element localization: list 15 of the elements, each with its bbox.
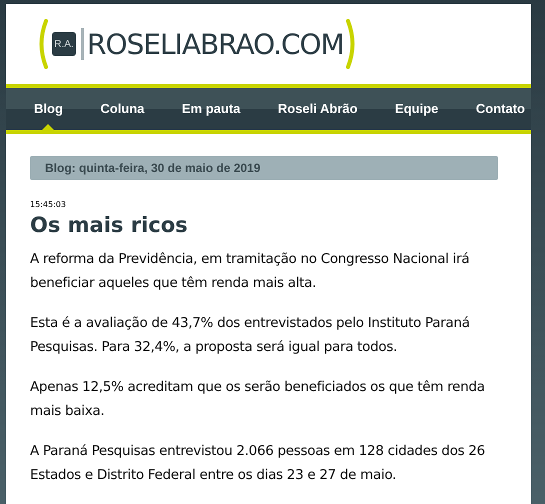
nav-link[interactable]: Roseli Abrão bbox=[276, 88, 360, 130]
paragraph: Apenas 12,5% acreditam que os serão beneficiados os que têm renda mais baixa. bbox=[30, 378, 486, 421]
nav-link[interactable]: Coluna bbox=[98, 88, 146, 130]
paragraph: Esta é a avaliação de 43,7% dos entrevistados pelo Instituto Paraná Pesquisas. Para 32,4%, a proposta será igual para todos. bbox=[30, 314, 471, 357]
logo-badge: R.A. bbox=[52, 32, 76, 56]
nav-link[interactable]: Blog bbox=[32, 88, 65, 130]
paragraph: A Paraná Pesquisas entrevistou 2.066 pessoas em 128 cidades dos 26 Estados e Distrito Federal entre os dias 23 e 27 de maio. bbox=[30, 442, 486, 485]
nav-link[interactable]: Equipe bbox=[393, 88, 440, 130]
nav-link[interactable]: Em pauta bbox=[180, 88, 242, 130]
nav-link[interactable]: Contato bbox=[474, 88, 527, 130]
logo-text: ROSELIABRAO.COM bbox=[87, 28, 344, 60]
paragraph: A reforma da Previdência, em tramitação no Congresso Nacional irá beneficiar aqueles que têm renda mais alta. bbox=[30, 250, 470, 293]
date-banner: Blog: quinta-feira, 30 de maio de 2019 bbox=[30, 156, 498, 180]
post-time: 15:45:03 bbox=[30, 200, 67, 209]
post-title: Os mais ricos bbox=[30, 213, 189, 237]
